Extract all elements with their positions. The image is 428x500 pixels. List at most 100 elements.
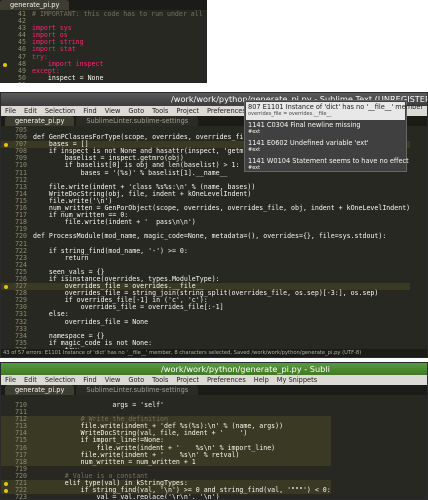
code-line[interactable]: 723 return [1,254,410,262]
gutter [1,134,11,141]
gutter [1,333,11,340]
gutter [1,466,11,473]
gutter [1,494,11,499]
gutter [0,54,10,61]
gutter [1,445,11,452]
gutter [1,409,11,416]
gutter [1,177,11,184]
gutter [1,416,11,423]
code-line[interactable]: 720 def ProcessModule(mod_name, magic_cod… [1,233,410,240]
gutter [0,46,10,53]
gutter [1,233,11,240]
lint-error-item[interactable]: 1141 E0602 Undefined variable 'ext' #ext [246,138,405,156]
gutter [1,304,11,311]
menu-item-file[interactable]: File [5,107,16,115]
code-line[interactable]: 51 [0,81,207,83]
line-number: 51 [10,81,26,83]
lint-error-item[interactable]: 1141 C0304 Final newline missing #ext [246,120,405,138]
code-line[interactable]: 718 num_written = num_written + 1 [1,457,331,466]
gutter [1,148,11,155]
code-line[interactable]: 710 args = 'self' [1,401,331,409]
menu-item-edit[interactable]: Edit [24,107,37,115]
code-line[interactable]: 41 # IMPORTANT: this code has to run unde… [0,10,207,18]
gutter [1,269,11,276]
gutter [1,297,11,304]
menu-item-my-snippets[interactable]: My Snippets [277,376,317,384]
line-text: args = 'self' [33,401,165,409]
code-line[interactable]: 718 file.write(indent + ' pass\n\n') [1,219,410,226]
gutter [1,262,11,269]
code-area[interactable]: 41 # IMPORTANT: this code has to run unde… [0,10,207,83]
gutter [1,452,11,459]
gutter [1,162,11,169]
editor-window-top: generate_pi.py 41 # IMPORTANT: this code … [0,0,207,83]
menu-item-goto[interactable]: Goto [128,376,144,384]
tab-generate-pi[interactable]: generate_pi.py [5,116,75,126]
gutter [1,127,11,134]
gutter [1,212,11,219]
menu-item-find[interactable]: Find [83,107,97,115]
gutter [1,248,11,255]
menu-item-project[interactable]: Project [176,107,199,115]
code-area[interactable]: 710 args = 'self' 711 712 # Write the defi… [1,401,331,500]
gutter [1,319,11,326]
gutter [1,459,11,466]
lint-error-popup[interactable]: 807 E1101 Instance of 'dict' has no '__f… [244,100,423,174]
code-line[interactable]: 50 inspect = None [0,73,207,82]
tab-generate-pi[interactable]: generate_pi.py [5,385,75,395]
lint-warning-icon[interactable] [4,143,8,148]
gutter [0,75,10,82]
line-text: inspect = None [32,73,104,82]
lint-error-context: #ext [248,129,261,135]
gutter [1,487,11,494]
editor-window-bottom: /work/work/python/generate_pi.py - Subli… [0,362,428,500]
tab-bar: generate_pi.py SublimeLinter.sublime-sett… [1,385,427,395]
menu-item-project[interactable]: Project [176,376,199,384]
menu-item-file[interactable]: File [5,376,16,384]
gutter [1,191,11,198]
lint-warning-icon[interactable] [4,285,8,290]
menu-item-find[interactable]: Find [83,376,97,384]
menu-item-selection[interactable]: Selection [45,107,75,115]
gutter [0,39,10,46]
window-title: /work/work/python/generate_pi.py - Subli [161,364,330,374]
menu-item-view[interactable]: View [105,107,121,115]
menu-item-preferences[interactable]: Preferences [207,376,246,384]
menu-item-selection[interactable]: Selection [45,376,75,384]
code-line[interactable]: 732 overrides_file = None [1,317,410,326]
menu-item-help[interactable]: Help [254,376,269,384]
lint-warning-icon[interactable] [4,482,8,487]
tab-sublimelinter-settings[interactable]: SublimeLinter.sublime-settings [76,385,199,395]
line-number: 723 [15,493,27,500]
gutter [1,276,11,283]
gutter [1,402,11,409]
lint-error-item[interactable]: 1141 W0104 Statement seems to have no ef… [246,156,409,174]
line-text: # IMPORTANT: this code has to run under … [32,10,207,18]
tab-generate-pi[interactable]: generate_pi.py [0,0,70,10]
lint-warning-icon[interactable] [3,62,7,67]
lint-error-item[interactable]: 807 E1101 Instance of 'dict' has no '__f… [246,102,423,120]
title-bar: /work/work/python/generate_pi.py - Subli [1,363,427,375]
gutter [0,11,10,18]
gutter [0,25,10,32]
lint-error-message: 1141 W0104 Statement seems to have no ef… [248,157,409,165]
menu-item-view[interactable]: View [105,376,121,384]
gutter [1,437,11,444]
gutter [1,283,11,290]
menu-item-tools[interactable]: Tools [152,376,168,384]
gutter [1,141,11,148]
menu-item-edit[interactable]: Edit [24,376,37,384]
menu-item-preferences[interactable]: Preferences [207,107,246,115]
code-line[interactable]: 723 val = val.replace('\r\n', '\n') [1,493,331,500]
menu-item-tools[interactable]: Tools [152,107,168,115]
gutter [1,326,11,333]
lint-warning-icon[interactable] [4,489,8,494]
tab-bar: generate_pi.py [0,0,207,10]
lint-error-context: overrides_file = overrides.__file__ [248,111,332,117]
line-text: num_written = num_written + 1 [33,457,196,466]
lint-error-message: 1141 E0602 Undefined variable 'ext' [248,139,369,147]
tab-sublimelinter-settings[interactable]: SublimeLinter.sublime-settings [76,116,199,126]
gutter [1,430,11,437]
line-text: overrides_file = None [33,317,149,326]
menu-item-goto[interactable]: Goto [128,107,144,115]
